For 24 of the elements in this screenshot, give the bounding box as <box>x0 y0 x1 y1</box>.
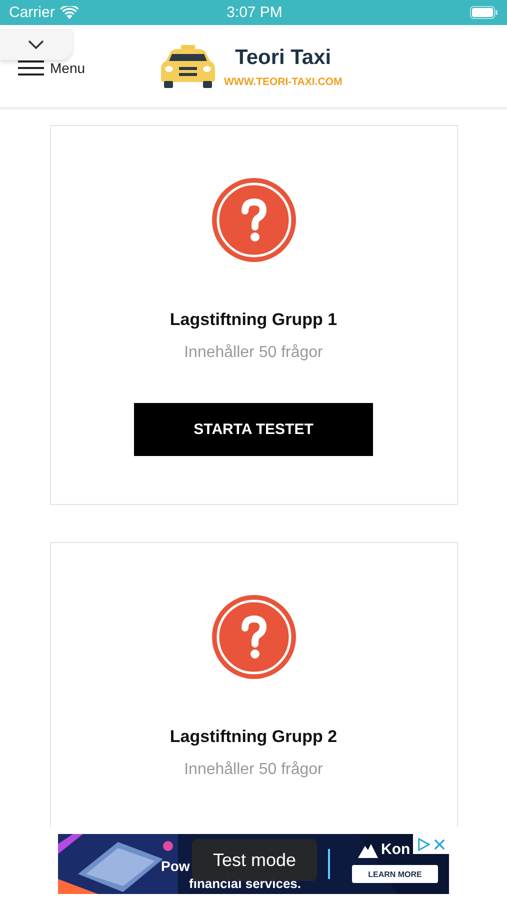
logo-url: WWW.TEORI-TAXI.COM <box>224 76 342 88</box>
ad-banner[interactable]: Pow financial services. Kon LEARN MORE Test mode <box>58 834 449 894</box>
start-test-button[interactable]: STARTA TESTET <box>134 403 373 456</box>
carrier-label: Carrier <box>9 4 55 21</box>
question-mark-icon <box>212 595 296 679</box>
question-count: Innehåller 50 frågor <box>184 344 323 362</box>
test-mode-toast: Test mode <box>192 839 317 881</box>
chevron-down-icon <box>28 40 44 50</box>
close-icon <box>432 838 446 850</box>
question-count: Innehåller 50 frågor <box>184 761 323 779</box>
wifi-icon <box>60 6 79 20</box>
play-icon <box>416 838 430 850</box>
battery-icon <box>470 6 498 19</box>
card-title: Lagstiftning Grupp 1 <box>170 310 338 330</box>
learn-more-button[interactable]: LEARN MORE <box>352 865 438 883</box>
ad-headline: Pow <box>161 858 190 874</box>
question-mark-icon <box>212 178 296 262</box>
menu-icon <box>18 60 44 76</box>
taxi-car-icon <box>160 45 216 89</box>
clock-time: 3:07 PM <box>226 4 282 21</box>
brand-name: Kon <box>381 840 410 858</box>
logo-title: Teori Taxi <box>235 46 332 70</box>
menu-button[interactable]: Menu <box>18 60 86 76</box>
card-title: Lagstiftning Grupp 2 <box>170 727 338 747</box>
